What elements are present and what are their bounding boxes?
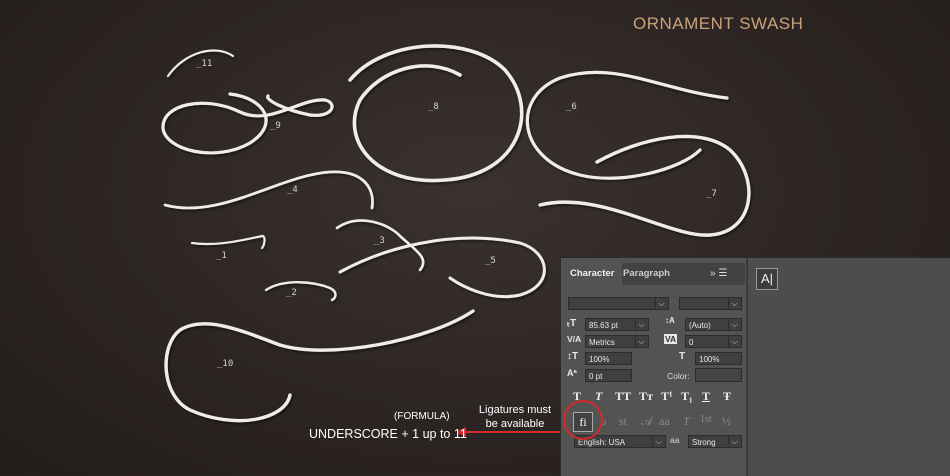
character-panel: Character Paragraph » ☰ ⌵ ⌵ ₜT 85.63 pt ⌵…: [560, 257, 950, 476]
tracking-field[interactable]: 0 ⌵: [685, 335, 742, 348]
font-style-select[interactable]: ⌵: [679, 297, 742, 310]
color-swatch[interactable]: [695, 368, 742, 382]
vertical-scale-icon: ↕T: [567, 351, 579, 362]
chevron-down-icon: ⌵: [655, 298, 667, 309]
panel-side-column: A|: [748, 258, 950, 476]
chevron-down-icon: ⌵: [635, 319, 647, 330]
swash-label-7: _7: [706, 189, 717, 199]
chevron-down-icon: ⌵: [728, 336, 740, 347]
vertical-scale-field[interactable]: 100%: [585, 352, 632, 365]
ligature-note: Ligatures must be available: [470, 403, 560, 431]
leading-field[interactable]: (Auto) ⌵: [685, 318, 742, 331]
swash-9: [161, 92, 334, 155]
baseline-shift-icon: Aª: [567, 368, 577, 378]
underline-button[interactable]: T: [702, 389, 710, 404]
horizontal-scale-field[interactable]: 100%: [695, 352, 742, 365]
fractions-button[interactable]: ½: [722, 414, 731, 429]
faux-italic-button[interactable]: T: [595, 389, 602, 404]
all-caps-button[interactable]: TT: [615, 389, 631, 404]
ligature-note-line1: Ligatures must: [478, 404, 552, 416]
antialias-select[interactable]: Strong ⌵: [688, 435, 742, 448]
swash-label-8: _8: [428, 102, 439, 112]
swash-1: [190, 234, 266, 250]
antialias-icon: aa: [670, 435, 680, 445]
discretionary-ligatures-button[interactable]: st: [619, 414, 627, 429]
subscript-button[interactable]: T₁: [681, 389, 693, 404]
font-size-icon: ₜT: [567, 318, 577, 329]
swash-6: [525, 70, 729, 180]
swash-2: [264, 281, 337, 302]
tab-paragraph[interactable]: Paragraph: [623, 263, 670, 285]
swash-10: [164, 309, 475, 423]
swash-8: [348, 44, 524, 183]
tracking-icon: VA: [664, 334, 678, 344]
tab-character[interactable]: Character: [565, 263, 622, 285]
swash-label-3: _3: [374, 236, 385, 246]
page-title: ORNAMENT SWASH: [633, 14, 804, 33]
chevron-down-icon: ⌵: [652, 436, 664, 447]
formula-heading: (FORMULA): [394, 411, 450, 422]
small-caps-button[interactable]: Tт: [639, 389, 653, 404]
strikethrough-button[interactable]: Ŧ: [723, 389, 731, 404]
swash-label-10: _10: [217, 359, 234, 369]
ligature-highlight-circle: [563, 400, 603, 440]
kerning-icon: V/A: [567, 334, 582, 344]
swash-5: [338, 236, 546, 298]
swash-label-5: _5: [485, 256, 496, 266]
chevron-down-icon: ⌵: [728, 298, 740, 309]
panel-menu-icon[interactable]: » ☰: [710, 268, 727, 279]
chevron-down-icon: ⌵: [728, 436, 740, 447]
leading-icon: ↕A: [665, 316, 675, 325]
character-panel-toggle-button[interactable]: A|: [756, 268, 778, 290]
baseline-shift-field[interactable]: 0 pt: [585, 369, 632, 382]
ordinals-button[interactable]: 1st: [700, 414, 712, 425]
color-label: Color:: [667, 371, 690, 381]
swash-button[interactable]: 𝒜: [641, 414, 652, 429]
swash-label-4: _4: [287, 185, 298, 195]
swash-label-1: _1: [216, 251, 227, 261]
ligature-note-line2: be available: [485, 418, 545, 430]
swash-label-9: _9: [270, 121, 281, 131]
superscript-button[interactable]: T¹: [661, 389, 673, 404]
font-size-field[interactable]: 85.63 pt ⌵: [585, 318, 649, 331]
chevron-down-icon: ⌵: [635, 336, 647, 347]
horizontal-scale-icon: T: [679, 351, 686, 362]
formula-text: UNDERSCORE + 1 up to 11: [309, 427, 467, 441]
kerning-field[interactable]: Metrics ⌵: [585, 335, 649, 348]
stylistic-alternates-button[interactable]: aa: [659, 414, 670, 429]
swash-label-2: _2: [286, 288, 297, 298]
swash-label-6: _6: [566, 102, 577, 112]
swash-4: [163, 170, 374, 210]
titling-alternates-button[interactable]: T: [683, 414, 690, 429]
font-family-select[interactable]: ⌵: [568, 297, 669, 310]
swash-7: [538, 134, 751, 237]
chevron-down-icon: ⌵: [728, 319, 740, 330]
swash-label-11: _11: [196, 59, 213, 69]
